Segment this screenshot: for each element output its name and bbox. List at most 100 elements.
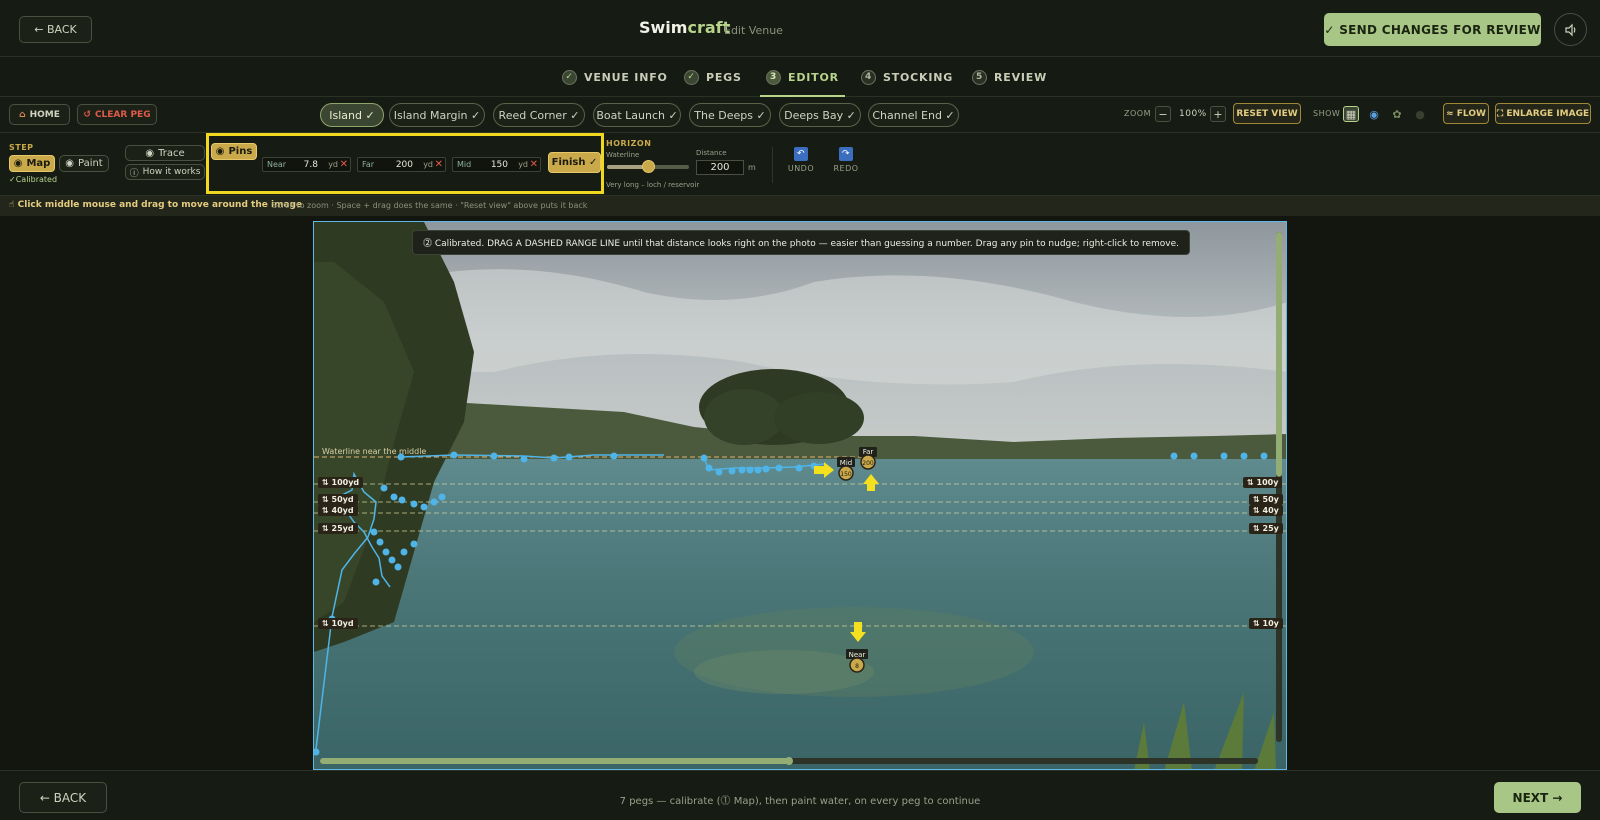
eye-icon: ◉: [145, 147, 155, 159]
peg-tab-deeps-bay[interactable]: Deeps Bay ✓: [779, 103, 861, 127]
close-icon[interactable]: ✕: [435, 159, 443, 170]
tab-review[interactable]: 5 REVIEW: [972, 57, 1047, 97]
island-tree: [704, 389, 784, 445]
range-value: 40y: [1262, 506, 1279, 515]
grid-toggle-icon[interactable]: ▦: [1343, 106, 1359, 122]
range-value: 50y: [1262, 495, 1279, 504]
peg-tab-boat-launch[interactable]: Boat Launch ✓: [593, 103, 681, 127]
trace-label: Trace: [158, 147, 185, 159]
range-value: 25yd: [331, 524, 354, 533]
zoom-out-button[interactable]: −: [1155, 106, 1171, 122]
vegetation-toggle-icon[interactable]: ✿: [1389, 106, 1405, 122]
tab-editor[interactable]: 3 EDITOR: [760, 57, 845, 97]
range-label-100yd: ⇅ 100yd: [318, 477, 364, 488]
hint-main: ☝ Click middle mouse and drag to move ar…: [9, 200, 302, 210]
range-icon: ⇅: [1253, 524, 1263, 533]
close-icon[interactable]: ✕: [530, 159, 538, 170]
redo-button[interactable]: ↷ REDO: [828, 147, 864, 173]
mid-pin-badge: 150: [840, 471, 852, 478]
map-label: Map: [26, 158, 51, 169]
step-tabs: ✓ VENUE INFO ✓ PEGS 3 EDITOR 4 STOCKING 5 REV…: [0, 57, 1600, 97]
send-changes-button[interactable]: ✓ SEND CHANGES FOR REVIEW: [1324, 13, 1541, 46]
range-value: 40yd: [331, 506, 354, 515]
divider: [772, 147, 773, 183]
tab-stocking[interactable]: 4 STOCKING: [861, 57, 953, 97]
pins-label: Pins: [228, 146, 253, 157]
step-label: STOCKING: [883, 70, 954, 84]
reset-icon: ↺: [83, 109, 91, 120]
step-label: PEGS: [706, 70, 742, 84]
close-icon[interactable]: ✕: [340, 159, 348, 170]
back-button[interactable]: ← BACK: [19, 16, 92, 43]
horizontal-scroll-handle[interactable]: [785, 757, 793, 765]
range-icon: ⇅: [322, 524, 332, 533]
waterline-label: Waterline near the middle: [322, 447, 427, 456]
trace-button[interactable]: ◉ Trace: [125, 145, 205, 161]
hint-main-text: Click middle mouse and drag to move arou…: [17, 200, 303, 210]
home-button[interactable]: ⌂ HOME: [9, 104, 70, 125]
range-value: 25y: [1262, 524, 1279, 533]
eye-icon: ◉: [13, 158, 23, 169]
range-label-10yd-right: ⇅ 10y: [1249, 618, 1283, 629]
range-label-100yd-right: ⇅ 100y: [1243, 477, 1283, 488]
step-number: ✓: [684, 69, 699, 85]
clear-peg-button[interactable]: ↺ CLEAR PEG: [77, 104, 157, 125]
near-distance-field[interactable]: Near 7.8 yd ✕: [262, 157, 351, 172]
horizontal-scroll-thumb[interactable]: [320, 758, 789, 764]
range-label-50yd-right: ⇅ 50y: [1249, 494, 1283, 505]
peg-tab-the-deeps[interactable]: The Deeps ✓: [689, 103, 771, 127]
how-it-works-button[interactable]: ⓘ How it works: [125, 164, 205, 180]
tab-pegs[interactable]: ✓ PEGS: [684, 57, 742, 97]
map-mode-button[interactable]: ◉ Map: [9, 155, 55, 172]
zoom-in-button[interactable]: +: [1210, 106, 1226, 122]
finish-button[interactable]: Finish ✓: [548, 152, 601, 173]
undo-button[interactable]: ↶ UNDO: [783, 147, 819, 173]
water-toggle-icon[interactable]: ◉: [1366, 106, 1382, 122]
brand-main: Swim: [639, 18, 688, 37]
lake-photo-canvas[interactable]: Mid 150 Far 200 Near 8 Waterline near th…: [313, 221, 1287, 770]
page-subtitle: Edit Venue: [724, 24, 783, 37]
redo-icon: ↷: [839, 147, 853, 161]
far-distance-field[interactable]: Far 200 yd ✕: [357, 157, 446, 172]
peg-tab-island[interactable]: Island ✓: [320, 103, 384, 127]
far-value: 200: [395, 159, 413, 170]
bottom-bar: ← BACK 7 pegs — calibrate (⓵ Map), then …: [0, 770, 1600, 820]
photo-svg: Mid 150 Far 200 Near 8: [314, 222, 1286, 769]
peg-tab-channel-end[interactable]: Channel End ✓: [868, 103, 959, 127]
near-value: 7.8: [303, 159, 318, 170]
reset-view-button[interactable]: RESET VIEW: [1233, 103, 1301, 124]
tab-venue-info[interactable]: ✓ VENUE INFO: [562, 57, 668, 97]
waterline-slider-handle[interactable]: [642, 160, 655, 173]
zoom-value: 100%: [1179, 109, 1207, 119]
paint-mode-button[interactable]: ◉ Paint: [59, 155, 109, 172]
waterline-caption: Very long – loch / reservoir: [606, 181, 700, 189]
calibrated-status: ✓Calibrated: [9, 175, 58, 184]
eye-icon: ◉: [215, 146, 225, 157]
enlarge-image-button[interactable]: ⛶ ENLARGE IMAGE: [1495, 103, 1591, 124]
undo-icon: ↶: [794, 147, 808, 161]
range-label-40yd: ⇅ 40yd: [318, 505, 358, 516]
distance-input[interactable]: 200: [696, 160, 744, 175]
waterline-label: Waterline: [606, 151, 640, 159]
flow-button[interactable]: ≈ FLOW: [1443, 103, 1489, 124]
undo-label: UNDO: [787, 164, 815, 173]
info-icon: ⓘ: [129, 168, 139, 179]
next-button[interactable]: NEXT →: [1494, 782, 1581, 813]
vertical-scroll-thumb[interactable]: [1276, 232, 1282, 477]
step-label: EDITOR: [788, 70, 839, 84]
peg-tab-island-margin[interactable]: Island Margin ✓: [389, 103, 485, 127]
how-label: How it works: [142, 167, 201, 177]
peg-tab-reed-corner[interactable]: Reed Corner ✓: [493, 103, 585, 127]
layer-toggle-icon[interactable]: ●: [1412, 106, 1428, 122]
step-number: 3: [766, 69, 781, 85]
speaker-icon[interactable]: [1554, 13, 1587, 46]
tool-bar: STEP ◉ Map ◉ Paint ✓Calibrated ◉ Trace ⓘ How…: [0, 133, 1600, 196]
distance-label: Distance: [696, 149, 727, 157]
mid-distance-field[interactable]: Mid 150 yd ✕: [452, 157, 541, 172]
eye-icon: ◉: [65, 158, 74, 169]
near-pin-badge: 8: [855, 663, 859, 670]
near-label: Near: [267, 160, 287, 169]
paint-label: Paint: [77, 158, 103, 169]
range-label-50yd: ⇅ 50yd: [318, 494, 358, 505]
pins-button[interactable]: ◉ Pins: [211, 143, 257, 160]
